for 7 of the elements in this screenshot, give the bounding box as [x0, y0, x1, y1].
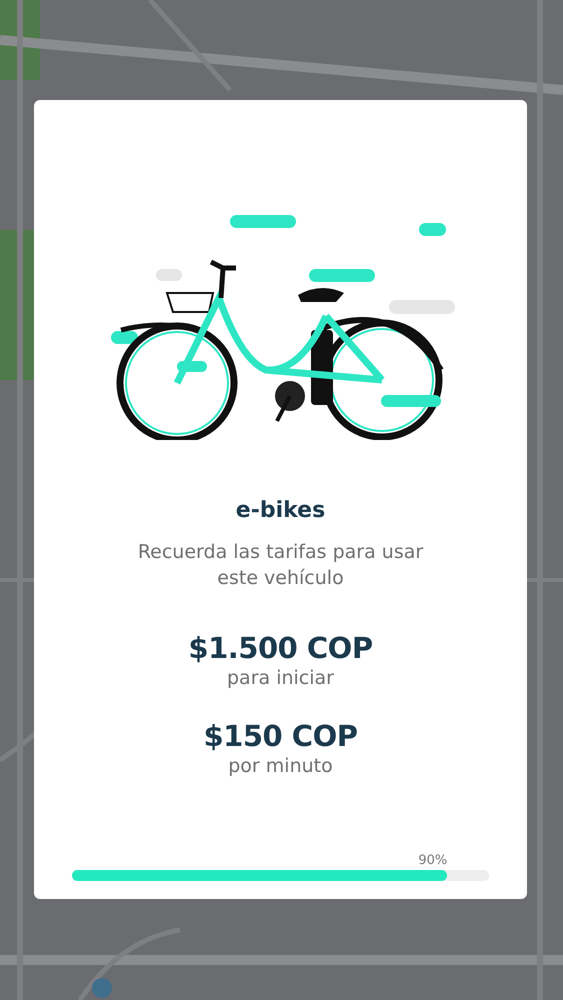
fare-label: para iniciar [227, 667, 334, 689]
progress-reading: 90% [418, 853, 448, 868]
fare-label: por minuto [228, 755, 333, 777]
fare-price: $150 COP [204, 719, 358, 753]
vehicle-title: e-bikes [236, 498, 326, 523]
subtitle: Recuerda las tarifas para usar este vehículo [136, 540, 424, 591]
fare-price: $1.500 COP [188, 631, 373, 665]
